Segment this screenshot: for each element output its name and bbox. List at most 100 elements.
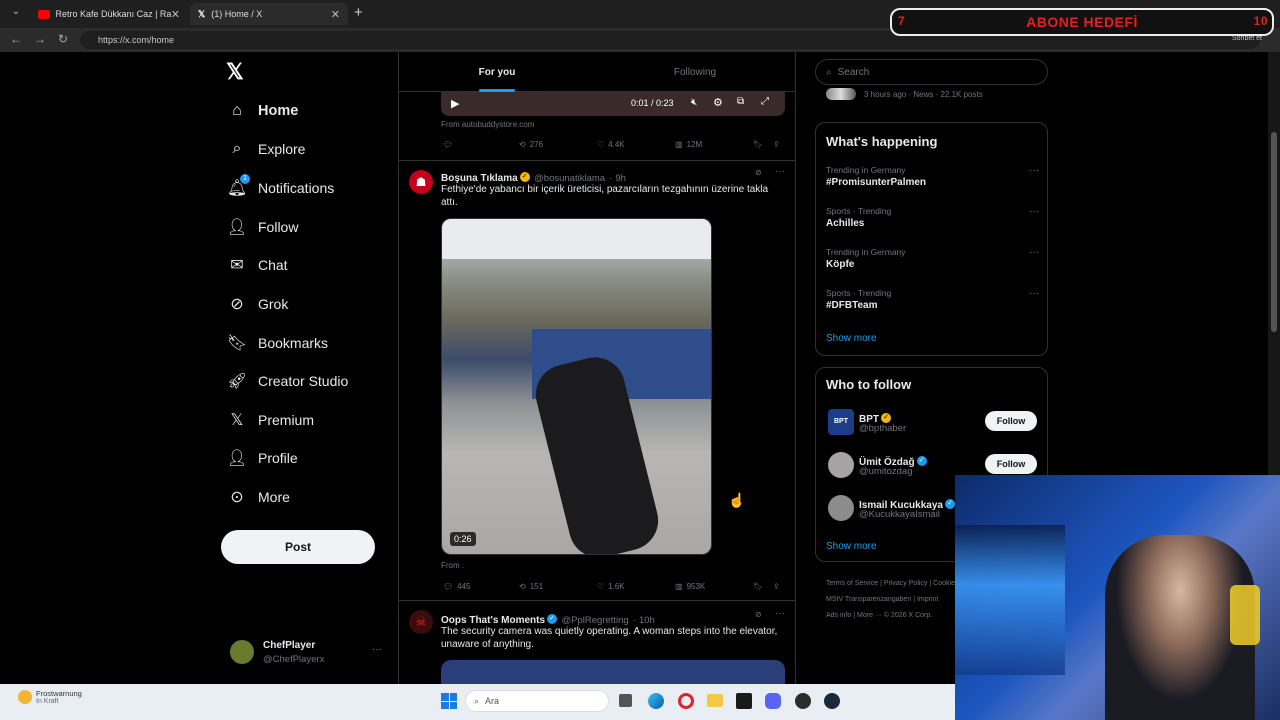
- verified-badge-icon: ✓: [519, 171, 530, 182]
- weather-widget[interactable]: Frostwarnung In Kraft: [18, 689, 82, 705]
- tweet-video-thumbnail[interactable]: [441, 660, 785, 684]
- follow-button[interactable]: Follow: [985, 411, 1037, 431]
- scrollbar-thumb[interactable]: [1271, 132, 1277, 332]
- more-dots-icon[interactable]: ···: [775, 166, 785, 177]
- more-dots-icon[interactable]: ···: [775, 608, 785, 619]
- x-icon: 𝕏: [198, 8, 206, 19]
- timeline-header: For you Following: [399, 52, 795, 92]
- windows-start-icon[interactable]: [441, 693, 457, 709]
- discord-icon[interactable]: [765, 693, 781, 709]
- app-icon-2[interactable]: [795, 693, 811, 709]
- views-button[interactable]: ▥ 12M: [675, 140, 702, 149]
- grok-icon[interactable]: ⊘: [755, 168, 762, 177]
- avatar[interactable]: BPT: [828, 409, 854, 435]
- avatar[interactable]: ☠: [409, 610, 433, 634]
- search-icon: ⌕: [826, 66, 832, 78]
- bookmark-button[interactable]: 🔖︎: [753, 582, 763, 591]
- sidebar-item-profile[interactable]: 👤︎ Profile: [227, 443, 298, 473]
- post-button[interactable]: Post: [221, 530, 375, 564]
- close-tab-icon[interactable]: ✕: [171, 8, 180, 21]
- close-tab-icon[interactable]: ✕: [331, 8, 340, 21]
- avatar[interactable]: [828, 452, 854, 478]
- search-input[interactable]: ⌕ Search: [815, 59, 1048, 85]
- retweet-button[interactable]: ⟲ 151: [519, 582, 543, 591]
- reply-button[interactable]: 💬︎ 445: [443, 582, 471, 591]
- refresh-icon[interactable]: ↻: [58, 32, 68, 46]
- fullscreen-icon[interactable]: ⤢: [761, 96, 769, 107]
- avatar[interactable]: ☗: [409, 170, 433, 194]
- sidebar-item-home[interactable]: ⌂ Home: [228, 96, 298, 126]
- retweet-button[interactable]: ⟲ 276: [519, 140, 543, 149]
- pip-icon[interactable]: ⧉: [737, 96, 744, 107]
- search-icon: ⌕: [232, 140, 242, 157]
- grok-icon[interactable]: ⊘: [755, 610, 762, 619]
- views-button[interactable]: ▥ 953K: [675, 582, 705, 591]
- sohbet-button[interactable]: Sohbet et: [1232, 35, 1262, 42]
- share-button[interactable]: ⇪: [773, 582, 780, 591]
- tab-for-you[interactable]: For you: [399, 52, 595, 92]
- reply-button[interactable]: 💬︎: [443, 140, 453, 149]
- show-more-link[interactable]: Show more: [826, 333, 877, 344]
- webcam-overlay: [955, 475, 1280, 720]
- trend-item[interactable]: Trending in Germany #PromisunterPalmen ·…: [826, 165, 1039, 188]
- follow-button[interactable]: Follow: [985, 454, 1037, 474]
- video-scene-awning: [442, 219, 711, 259]
- mute-icon[interactable]: 🔇︎: [691, 97, 697, 108]
- new-tab-button[interactable]: +: [354, 4, 363, 21]
- sidebar-item-follow[interactable]: 👤︎ Follow: [227, 212, 299, 242]
- sidebar-item-more[interactable]: ⊙ More: [228, 482, 290, 512]
- account-switcher[interactable]: ChefPlayer @ChefPlayerx ···: [230, 634, 390, 670]
- tab-x-home[interactable]: 𝕏 (1) Home / X ✕: [190, 3, 348, 25]
- mail-icon: ✉: [230, 257, 244, 274]
- bell-icon: 🔔︎ 1: [227, 174, 250, 197]
- tweet-video-thumbnail[interactable]: 0:26: [441, 218, 712, 555]
- sidebar-item-premium[interactable]: 𝕏 Premium: [228, 405, 314, 435]
- x-logo[interactable]: 𝕏: [226, 59, 244, 85]
- tab-following[interactable]: Following: [595, 52, 795, 92]
- more-circle-icon: ⊙: [230, 489, 244, 506]
- source-link[interactable]: From autobuddystore.com: [441, 120, 534, 129]
- sidebar-item-chat[interactable]: ✉ Chat: [228, 250, 287, 280]
- show-more-link[interactable]: Show more: [826, 541, 877, 552]
- source-link[interactable]: From .: [441, 561, 464, 570]
- forward-icon[interactable]: →: [34, 32, 46, 46]
- suggestion-handle: @bpthaber: [859, 423, 907, 434]
- tab-list-dropdown[interactable]: ⌄: [8, 6, 24, 22]
- file-explorer-icon[interactable]: [707, 694, 723, 707]
- sidebar-item-notifications[interactable]: 🔔︎ 1 Notifications: [227, 173, 334, 203]
- edge-icon[interactable]: [648, 693, 664, 709]
- trend-item[interactable]: Sports · Trending #DFBTeam ···: [826, 288, 1039, 311]
- trend-item[interactable]: Trending in Germany Köpfe ···: [826, 247, 1039, 270]
- verified-badge-icon: ✓: [916, 455, 927, 466]
- sidebar-item-explore[interactable]: ⌕ Explore: [228, 134, 306, 164]
- more-dots-icon[interactable]: ···: [372, 644, 382, 655]
- tab-youtube[interactable]: Retro Kafe Dükkanı Caz | Rahat Bi ✕: [30, 3, 188, 25]
- news-meta[interactable]: 3 hours ago · News · 22.1K posts: [826, 88, 983, 100]
- taskbar-search-input[interactable]: ⌕ Ara: [465, 690, 609, 712]
- retweet-icon: ⟲: [519, 140, 526, 149]
- like-button[interactable]: ♡ 1.6K: [597, 582, 625, 591]
- sidebar-item-bookmarks[interactable]: 🔖︎ Bookmarks: [227, 328, 328, 358]
- back-icon[interactable]: ←: [10, 32, 22, 46]
- play-icon[interactable]: ▶: [451, 97, 459, 110]
- sidebar-item-grok[interactable]: ⊘ Grok: [228, 289, 288, 319]
- task-view-icon[interactable]: [619, 694, 632, 707]
- video-player[interactable]: ▶ 0:01 / 0:23 🔇︎ ⚙ ⧉ ⤢: [441, 92, 785, 116]
- sidebar-item-creator-studio[interactable]: 🚀︎ Creator Studio: [227, 366, 348, 396]
- x-icon: 𝕏: [230, 412, 244, 429]
- settings-icon[interactable]: ⚙: [713, 96, 723, 109]
- app-icon[interactable]: [736, 693, 752, 709]
- more-dots-icon[interactable]: ···: [1029, 165, 1039, 176]
- like-button[interactable]: ♡ 4.4K: [597, 140, 625, 149]
- more-dots-icon[interactable]: ···: [1029, 288, 1039, 299]
- more-dots-icon[interactable]: ···: [1029, 247, 1039, 258]
- overlay-banner: ABONE HEDEFİ: [1026, 14, 1138, 30]
- more-dots-icon[interactable]: ···: [1029, 206, 1039, 217]
- share-button[interactable]: ⇪: [773, 140, 780, 149]
- opera-icon[interactable]: [678, 693, 694, 709]
- steam-icon[interactable]: [824, 693, 840, 709]
- avatar[interactable]: [828, 495, 854, 521]
- subscriber-goal-overlay: 7 ABONE HEDEFİ 10: [890, 8, 1274, 36]
- trend-item[interactable]: Sports · Trending Achilles ···: [826, 206, 1039, 229]
- bookmark-button[interactable]: 🔖︎: [753, 140, 763, 149]
